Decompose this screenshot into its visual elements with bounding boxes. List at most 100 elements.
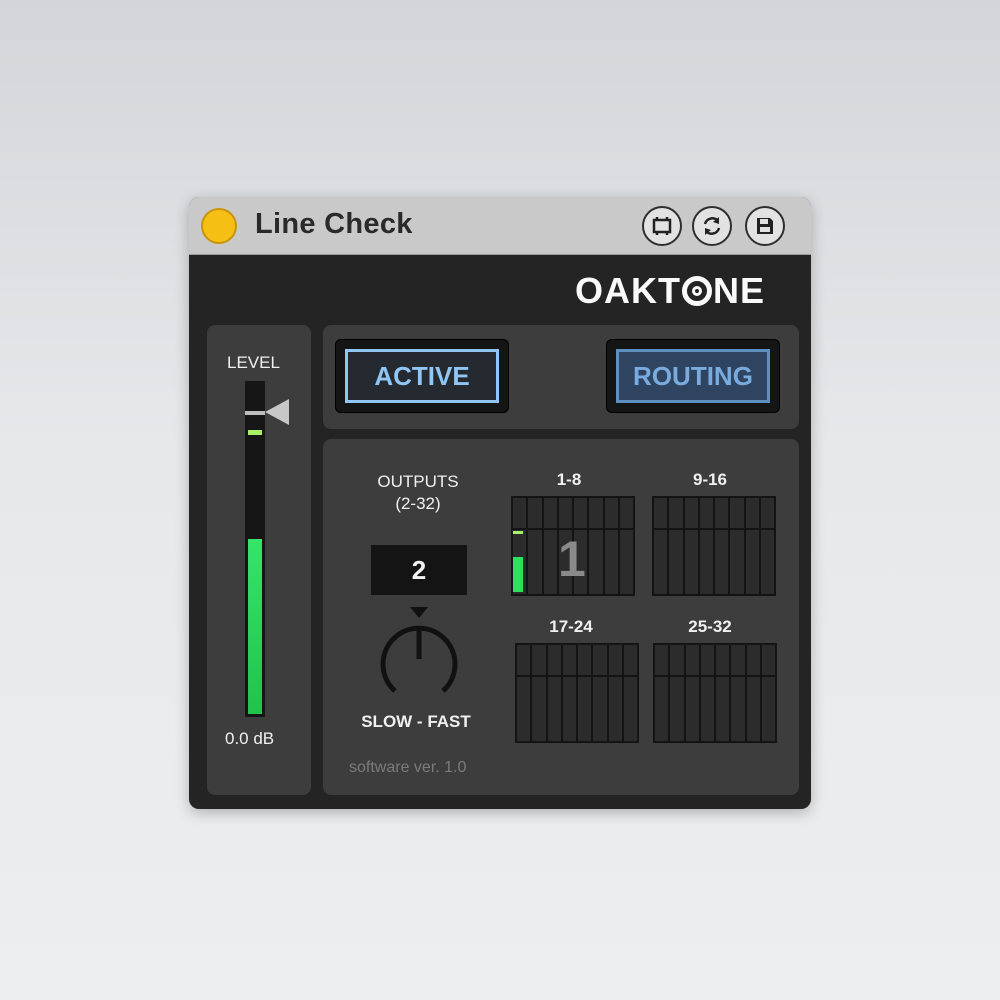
channel-cell-bottom — [532, 677, 546, 741]
main-panel: OUTPUTS (2-32) 2 SLOW - FAST software ve… — [323, 439, 799, 795]
channel-cell-top — [730, 498, 744, 528]
channel-cell-bottom — [517, 677, 531, 741]
level-label: LEVEL — [227, 353, 280, 372]
routing-button-label: ROUTING — [616, 349, 770, 403]
channel-1-meter-fill — [513, 557, 523, 592]
buttons-panel: ACTIVE ROUTING — [323, 325, 799, 429]
channel-cell-top — [619, 498, 633, 528]
channel-cell-top — [746, 645, 760, 675]
logo-o-icon — [682, 276, 712, 306]
channel-cell-top — [623, 645, 637, 675]
channel-cell-top — [574, 498, 588, 528]
save-button[interactable] — [745, 206, 785, 246]
channel-cell-top — [578, 645, 592, 675]
knob-pointer-icon — [410, 607, 428, 618]
channel-cell-bottom — [593, 677, 607, 741]
channel-cell-bottom — [746, 677, 760, 741]
level-arrow-icon[interactable] — [265, 399, 289, 425]
channel-cell-bottom — [543, 530, 557, 594]
channel-cell-top — [760, 498, 774, 528]
level-meter-peak — [248, 430, 262, 435]
level-meter-fill — [248, 539, 262, 714]
channel-cell-top — [685, 645, 699, 675]
knob-label: SLOW - FAST — [361, 712, 471, 731]
save-icon — [757, 218, 773, 234]
freeze-button[interactable] — [642, 206, 682, 246]
channel-cell-bottom — [578, 677, 592, 741]
bank-label-25-32: 25-32 — [688, 617, 732, 636]
channel-cell-bottom — [699, 530, 713, 594]
refresh-button[interactable] — [692, 206, 732, 246]
routing-button[interactable]: ROUTING — [606, 339, 780, 413]
channel-bank-1-8: 1 — [511, 496, 635, 596]
channel-cell-top — [604, 498, 618, 528]
channel-cell-top — [532, 645, 546, 675]
active-channel-number: 1 — [558, 531, 586, 587]
logo-text-start: OAKT — [575, 270, 681, 311]
channel-cell-top — [654, 498, 668, 528]
bank-label-1-8: 1-8 — [556, 470, 582, 489]
software-version: software ver. 1.0 — [349, 759, 467, 776]
window-title: Line Check — [255, 208, 413, 240]
channel-cell-bottom — [761, 677, 775, 741]
channel-cell-bottom — [716, 677, 730, 741]
oaktone-logo: OAKT NE — [575, 270, 765, 312]
channel-cell-bottom — [654, 530, 668, 594]
channel-cell-bottom — [655, 677, 669, 741]
bank-label-9-16: 9-16 — [692, 470, 728, 489]
channel-bank-17-24 — [515, 643, 639, 743]
freeze-icon — [652, 217, 672, 235]
channel-cell-top — [528, 498, 542, 528]
bank-label-17-24: 17-24 — [549, 617, 593, 636]
logo-text-end: NE — [713, 270, 766, 311]
titlebar: Line Check — [189, 197, 811, 255]
level-panel: LEVEL 0.0 dB — [207, 325, 311, 795]
outputs-label: OUTPUTS (2-32) — [323, 471, 513, 515]
channel-cell-top — [589, 498, 603, 528]
channel-cell-bottom — [745, 530, 759, 594]
channel-cell-bottom — [604, 530, 618, 594]
level-value: 0.0 dB — [225, 729, 275, 748]
channel-cell-bottom — [623, 677, 637, 741]
channel-cell-bottom — [528, 530, 542, 594]
channel-cell-top — [699, 498, 713, 528]
channel-cell-top — [547, 645, 561, 675]
channel-cell-bottom — [589, 530, 603, 594]
channel-cell-bottom — [684, 530, 698, 594]
channel-cell-top — [558, 498, 572, 528]
window-status-dot[interactable] — [201, 208, 237, 244]
channel-cell-bottom — [715, 530, 729, 594]
channel-cell-top — [670, 645, 684, 675]
speed-knob[interactable] — [377, 621, 461, 705]
channel-cell-top — [543, 498, 557, 528]
channel-cell-top — [761, 645, 775, 675]
channel-cell-top — [608, 645, 622, 675]
outputs-label-range: (2-32) — [395, 494, 441, 513]
channel-bank-25-32 — [653, 643, 777, 743]
channel-cell-bottom — [547, 677, 561, 741]
channel-cell-bottom — [608, 677, 622, 741]
channel-cell-bottom — [760, 530, 774, 594]
channel-cell-top — [684, 498, 698, 528]
channel-1-meter-peak — [513, 531, 523, 534]
active-button-label: ACTIVE — [345, 349, 499, 403]
channel-cell-top — [562, 645, 576, 675]
channel-cell-top — [731, 645, 745, 675]
channel-cell-top — [745, 498, 759, 528]
channel-cell-top — [716, 645, 730, 675]
active-button[interactable]: ACTIVE — [335, 339, 509, 413]
channel-cell-top — [715, 498, 729, 528]
refresh-icon — [703, 217, 721, 235]
outputs-label-title: OUTPUTS — [377, 472, 459, 491]
level-slider-handle[interactable] — [245, 411, 265, 415]
channel-cell-top — [655, 645, 669, 675]
channel-cell-bottom — [669, 530, 683, 594]
outputs-number-box[interactable]: 2 — [371, 545, 467, 595]
channel-cell-bottom — [619, 530, 633, 594]
channel-bank-9-16 — [652, 496, 776, 596]
channel-cell-bottom — [670, 677, 684, 741]
channel-cell-top — [513, 498, 527, 528]
line-check-window: Line Check OAKT NE LEVEL 0.0 dB ACTIVE R… — [189, 197, 811, 809]
channel-cell-top — [593, 645, 607, 675]
channel-cell-bottom — [700, 677, 714, 741]
